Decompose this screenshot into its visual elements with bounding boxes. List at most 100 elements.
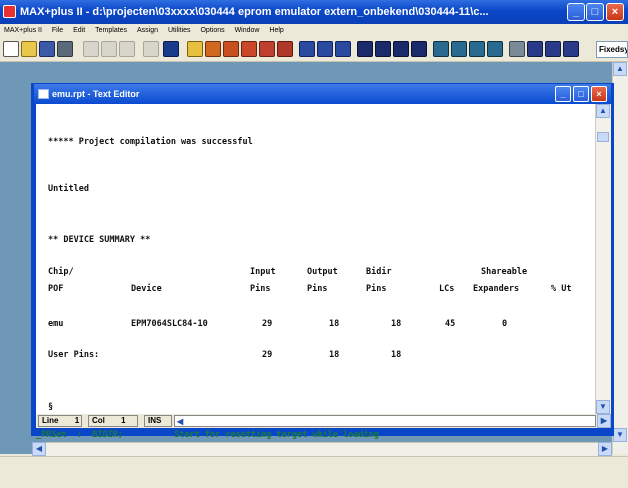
programmer-icon[interactable] — [357, 41, 373, 57]
symbol-editor-icon[interactable] — [223, 41, 239, 57]
col-value: 1 — [121, 416, 126, 425]
main-scroll-right-icon[interactable]: ▶ — [598, 442, 612, 456]
header-pof: POF — [48, 284, 64, 294]
editor-scroll-right-icon[interactable]: ▶ — [597, 414, 611, 428]
window-title-bar: MAX+plus II - d:\projecten\03xxxx\030444… — [0, 0, 628, 24]
scroll-up-icon[interactable]: ▲ — [613, 62, 627, 76]
user-pins-label: User Pins: — [48, 350, 100, 360]
row-device: EPM7064SLC84-10 — [131, 319, 208, 329]
close-all-icon[interactable] — [563, 41, 579, 57]
font-select[interactable]: Fixedsys — [596, 41, 628, 58]
undo-icon[interactable] — [143, 41, 159, 57]
menu-help[interactable]: Help — [265, 24, 287, 38]
header-output: Output — [307, 267, 338, 277]
goto-line-icon[interactable] — [487, 41, 503, 57]
editor-scroll-down-icon[interactable]: ▼ — [596, 400, 610, 414]
main-vertical-scrollbar[interactable] — [612, 62, 628, 454]
text-editor-title: emu.rpt - Text Editor — [52, 89, 140, 99]
header-chip: Chip/ — [48, 267, 74, 277]
main-horizontal-scrollbar[interactable] — [32, 442, 612, 456]
menu-file[interactable]: File — [48, 24, 67, 38]
editor-scroll-thumb[interactable] — [597, 132, 609, 142]
row-pof: emu — [48, 319, 64, 329]
floorplan-editor-icon[interactable] — [277, 41, 293, 57]
child-minimize-icon[interactable]: _ — [555, 86, 571, 102]
user-pins-input: 29 — [262, 350, 273, 360]
main-scroll-left-icon[interactable]: ◀ — [32, 442, 46, 456]
header-expanders: Expanders — [473, 284, 520, 294]
menu-window[interactable]: Window — [231, 24, 264, 38]
editor-horizontal-scrollbar[interactable]: ◀ — [174, 415, 596, 427]
child-maximize-icon[interactable]: □ — [573, 86, 589, 102]
header-lcs: LCs — [439, 284, 455, 294]
insert-mode: INS — [148, 416, 162, 425]
header-input-pins: Pins — [250, 284, 271, 294]
banner-line: ***** Project compilation was successful — [48, 137, 253, 147]
menu-templates[interactable]: Templates — [91, 24, 131, 38]
open-folder-icon[interactable] — [21, 41, 37, 57]
menu-assign[interactable]: Assign — [133, 24, 162, 38]
line-indicator: Line 1 — [38, 415, 82, 427]
window-title: MAX+plus II - d:\projecten\03xxxx\030444… — [20, 6, 489, 18]
col-indicator: Col 1 — [88, 415, 138, 427]
header-output-pins: Pins — [307, 284, 328, 294]
row-expanders: 0 — [502, 319, 508, 329]
cascade-windows-icon[interactable] — [527, 41, 543, 57]
header-util: % Ut — [551, 284, 572, 294]
app-icon[interactable] — [3, 5, 16, 18]
new-file-icon[interactable] — [3, 41, 19, 57]
tile-windows-icon[interactable] — [509, 41, 525, 57]
maximize-icon[interactable]: □ — [586, 3, 604, 21]
compiler-icon[interactable] — [299, 41, 315, 57]
line-value: 1 — [74, 416, 80, 425]
scroll-down-icon[interactable]: ▼ — [613, 428, 627, 442]
col-label: Col — [92, 416, 105, 425]
section-heading: ** DEVICE SUMMARY ** — [48, 235, 151, 245]
find-text-icon[interactable] — [433, 41, 449, 57]
text-editor-title-bar: emu.rpt - Text Editor — [34, 84, 611, 104]
editor-vertical-scrollbar[interactable] — [595, 104, 611, 414]
cut-icon[interactable] — [83, 41, 99, 57]
document-icon[interactable] — [38, 89, 49, 99]
editor-scroll-left-icon[interactable]: ◀ — [175, 417, 183, 426]
app-status-bar — [0, 456, 628, 488]
text-editor-content[interactable]: ***** Project compilation was successful… — [36, 104, 595, 414]
menu-options[interactable]: Options — [196, 24, 228, 38]
paste-icon[interactable] — [119, 41, 135, 57]
menu-utilities[interactable]: Utilities — [164, 24, 195, 38]
menu-edit[interactable]: Edit — [69, 24, 89, 38]
menu-maxplus[interactable]: MAX+plus II — [0, 24, 46, 38]
waveform-editor-icon[interactable] — [259, 41, 275, 57]
timing-analyzer-icon[interactable] — [335, 41, 351, 57]
section-mark: § — [48, 402, 54, 412]
print-icon[interactable] — [57, 41, 73, 57]
help-pointer-icon[interactable] — [163, 41, 179, 57]
editor-scroll-up-icon[interactable]: ▲ — [596, 104, 610, 118]
message-processor-icon[interactable] — [375, 41, 391, 57]
graphic-editor-icon[interactable] — [205, 41, 221, 57]
insert-mode-indicator: INS — [144, 415, 172, 427]
row-output-pins: 18 — [329, 319, 340, 329]
hierarchy-icon[interactable] — [187, 41, 203, 57]
replace-icon[interactable] — [469, 41, 485, 57]
header-bidir: Bidir — [366, 267, 392, 277]
project-save-check-icon[interactable] — [393, 41, 409, 57]
project-save-compile-icon[interactable] — [411, 41, 427, 57]
header-device: Device — [131, 284, 162, 294]
line-label: Line — [42, 416, 59, 425]
child-close-icon[interactable]: × — [591, 86, 607, 102]
arrange-icons-icon[interactable] — [545, 41, 561, 57]
close-icon[interactable]: × — [606, 3, 624, 21]
user-pins-bidir: 18 — [391, 350, 402, 360]
row-bidir-pins: 18 — [391, 319, 402, 329]
save-icon[interactable] — [39, 41, 55, 57]
find-next-icon[interactable] — [451, 41, 467, 57]
text-editor-icon[interactable] — [241, 41, 257, 57]
copy-icon[interactable] — [101, 41, 117, 57]
background-editor-line: _PRSet : BIDIR; Start for resetting targ… — [36, 430, 379, 440]
minimize-icon[interactable]: _ — [567, 3, 585, 21]
simulator-icon[interactable] — [317, 41, 333, 57]
header-input: Input — [250, 267, 276, 277]
row-input-pins: 29 — [262, 319, 273, 329]
row-lcs: 45 — [445, 319, 456, 329]
